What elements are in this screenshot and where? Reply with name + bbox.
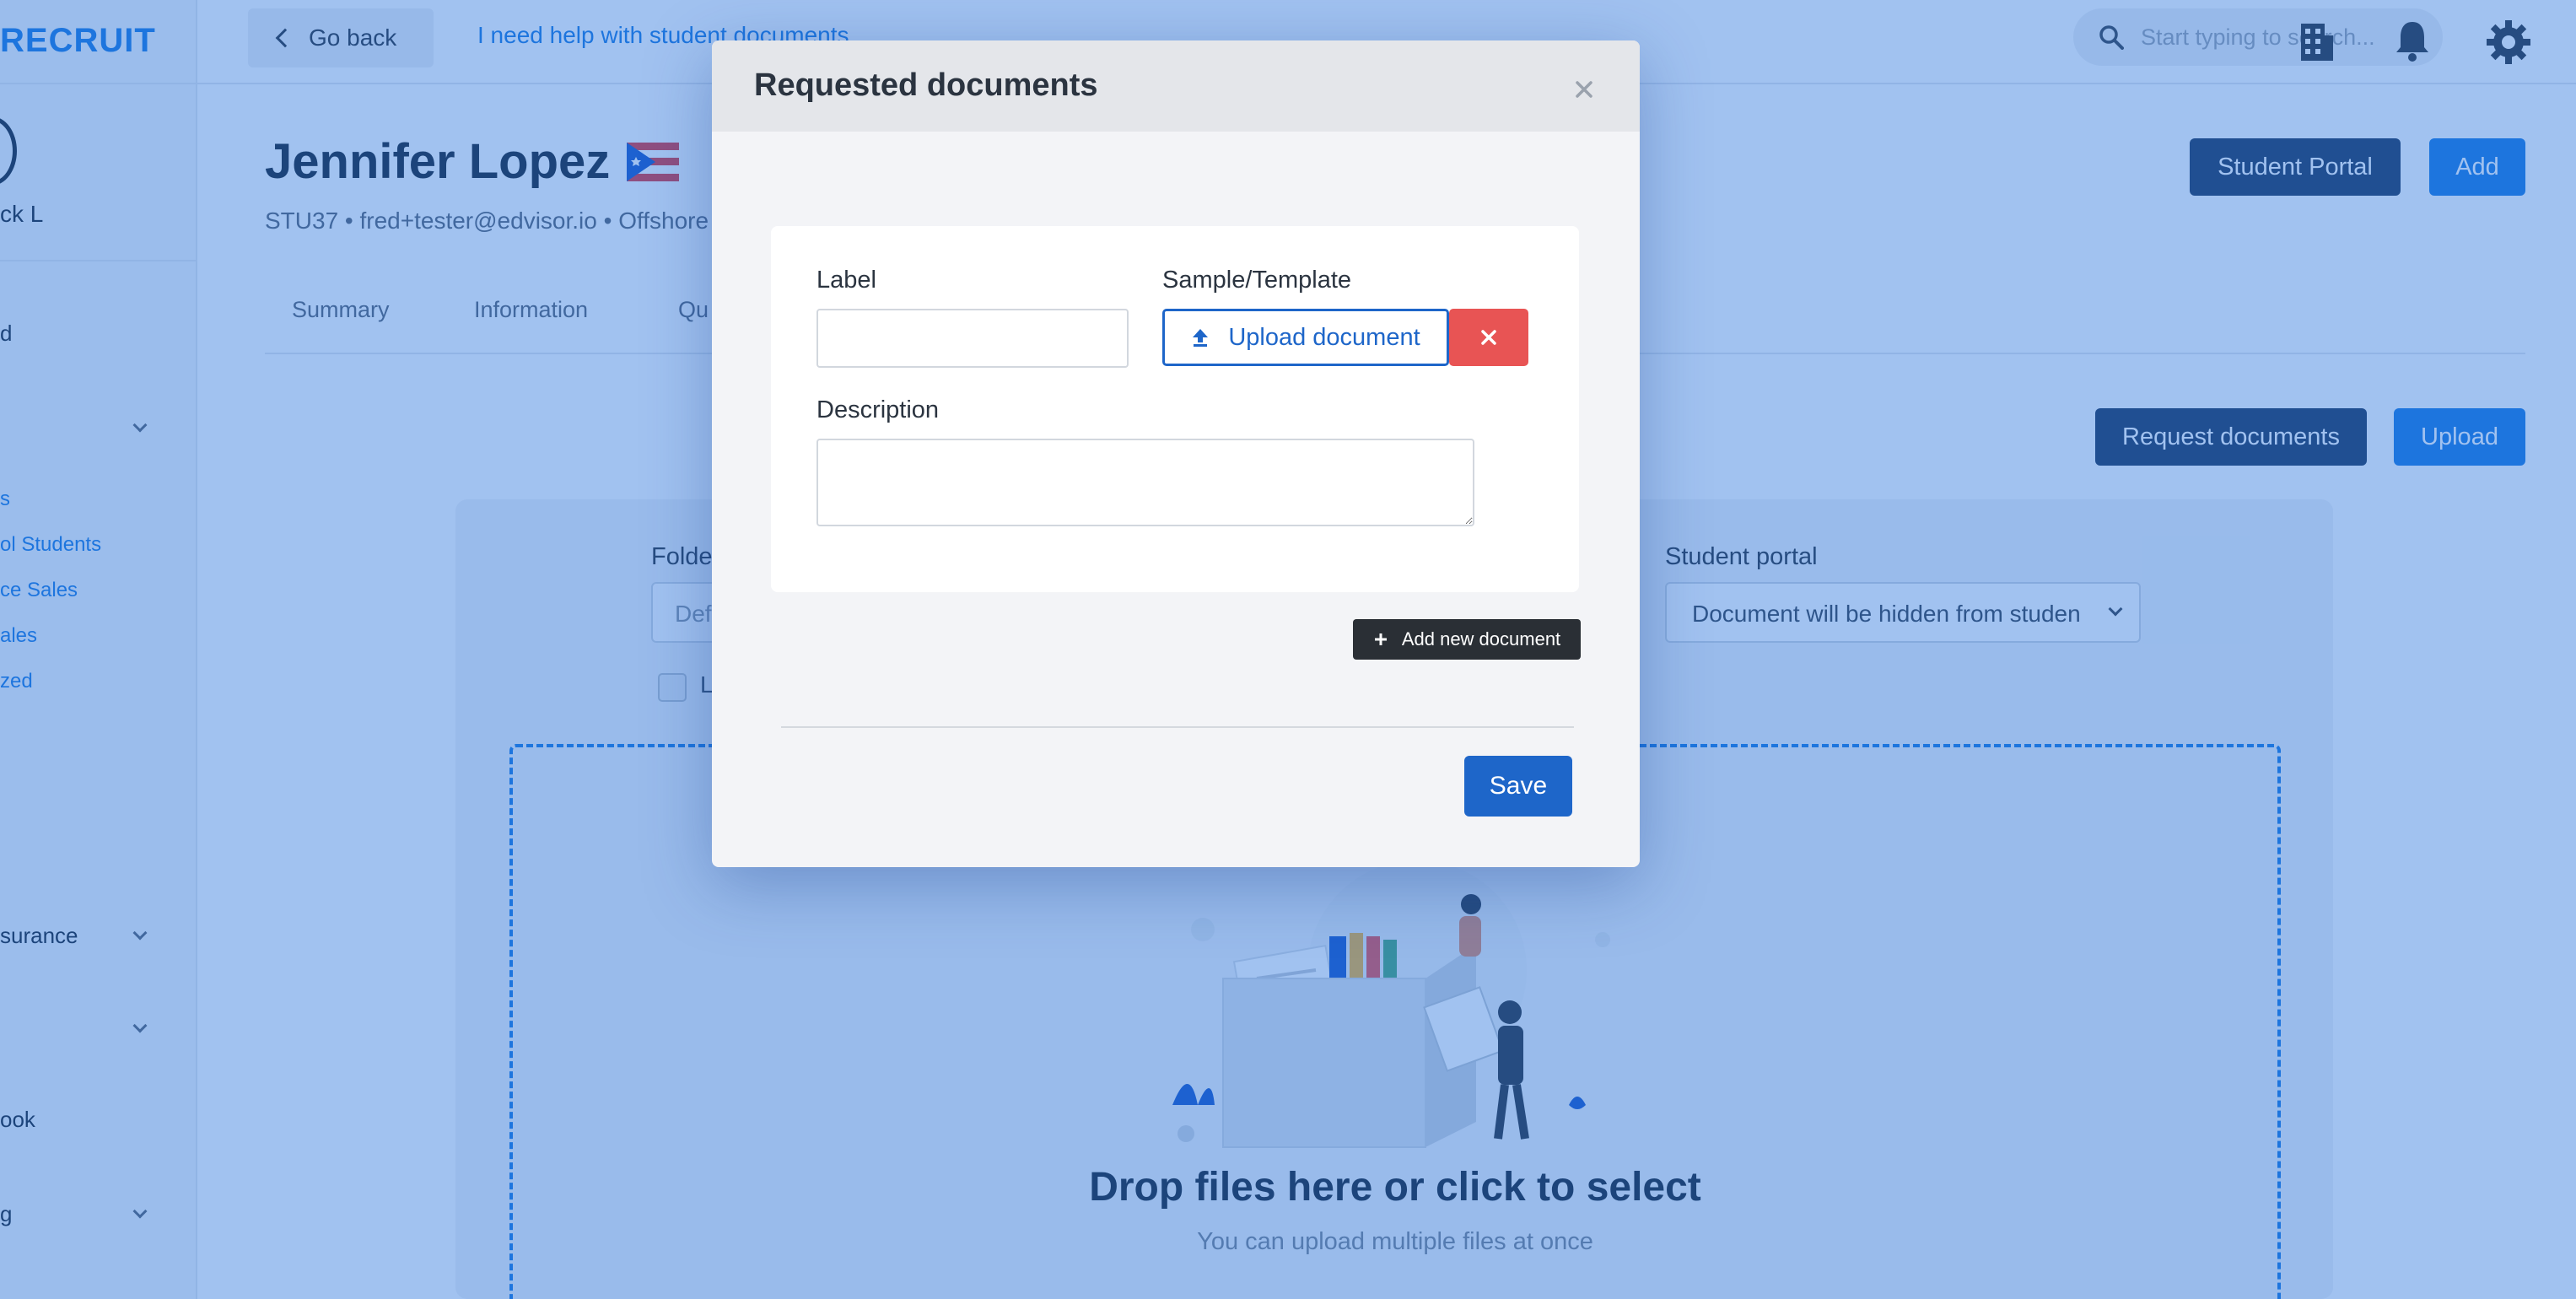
divider: [781, 726, 1574, 728]
modal-header: Requested documents: [712, 40, 1640, 132]
label-input[interactable]: [816, 309, 1129, 368]
requested-documents-modal: Requested documents Label Sample/Templat…: [712, 40, 1640, 867]
label-field-label: Label: [816, 267, 876, 294]
add-new-document-label: Add new document: [1401, 628, 1561, 650]
modal-title: Requested documents: [754, 67, 1098, 103]
document-entry-card: Label Sample/Template Upload document De…: [771, 226, 1579, 592]
description-textarea[interactable]: [816, 439, 1474, 526]
upload-document-label: Upload document: [1228, 323, 1420, 351]
close-icon: [1481, 330, 1496, 345]
remove-template-button[interactable]: [1449, 309, 1528, 366]
template-label: Sample/Template: [1162, 267, 1352, 294]
upload-icon: [1193, 329, 1209, 347]
close-icon[interactable]: [1567, 73, 1601, 106]
description-label: Description: [816, 396, 940, 423]
upload-document-button[interactable]: Upload document: [1162, 309, 1449, 366]
plus-icon: [1374, 633, 1387, 645]
save-button[interactable]: Save: [1464, 756, 1572, 817]
add-new-document-button[interactable]: Add new document: [1353, 619, 1581, 660]
